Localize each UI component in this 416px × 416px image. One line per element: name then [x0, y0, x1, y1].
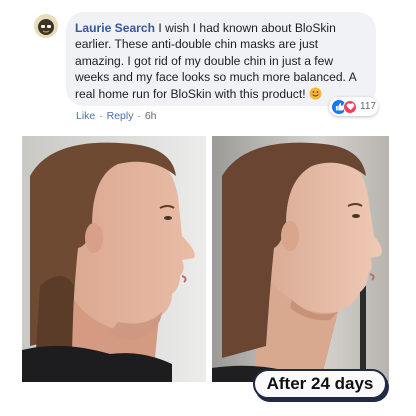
separator: ·: [99, 110, 103, 122]
avatar[interactable]: [34, 14, 58, 38]
separator: ·: [137, 110, 141, 122]
before-photo: [22, 136, 206, 382]
reaction-summary[interactable]: 117: [329, 97, 378, 116]
like-link[interactable]: Like: [76, 110, 95, 122]
comment-author[interactable]: Laurie Search: [75, 21, 155, 35]
reply-link[interactable]: Reply: [107, 110, 134, 122]
avatar-icon: [34, 14, 58, 38]
after-24-days-badge: After 24 days: [253, 369, 387, 399]
after-photo: [212, 136, 389, 382]
comment-bubble: Laurie Search I wish I had known about B…: [66, 12, 376, 106]
comment-timestamp[interactable]: 6h: [145, 110, 157, 122]
love-icon: [343, 99, 357, 114]
reaction-count: 117: [360, 101, 376, 112]
comment-actions: Like · Reply · 6h: [76, 110, 157, 122]
comment-body: Laurie Search I wish I had known about B…: [75, 20, 366, 102]
smiling-face-emoji: [309, 87, 322, 100]
